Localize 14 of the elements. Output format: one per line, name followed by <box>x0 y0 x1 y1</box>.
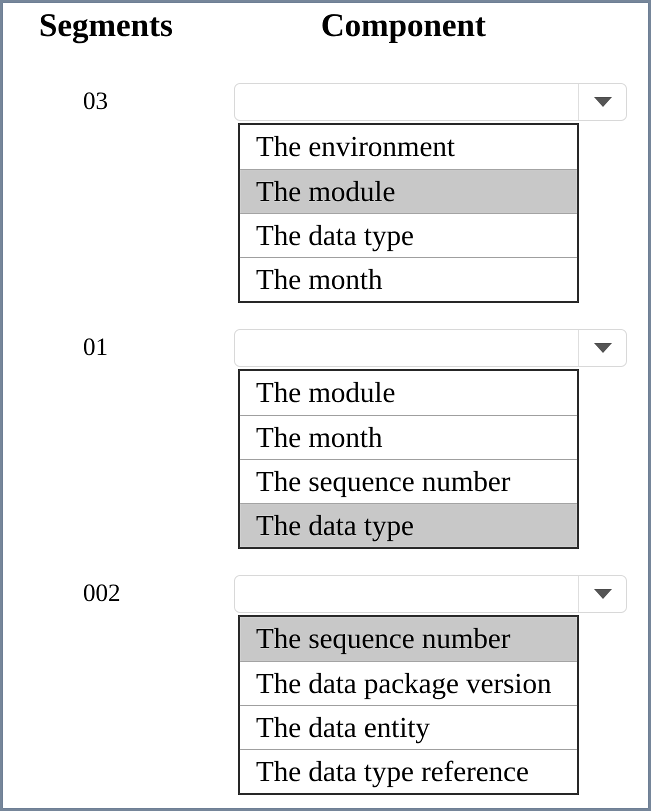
dropdown-field[interactable] <box>234 575 627 613</box>
caret-down-icon <box>594 589 612 599</box>
dropdown-option[interactable]: The sequence number <box>240 617 577 661</box>
column-heading: Component <box>320 7 486 46</box>
caret-down-icon <box>594 97 612 107</box>
column-heading: Segments <box>39 7 173 46</box>
dropdown-field[interactable] <box>234 329 627 367</box>
segment-label: 03 <box>83 87 108 117</box>
caret-down-icon <box>594 343 612 353</box>
dropdown-field[interactable] <box>234 83 627 121</box>
dropdown-option[interactable]: The module <box>240 169 577 213</box>
segment-label: 01 <box>83 333 108 363</box>
segment-label: 002 <box>83 579 120 609</box>
dropdown-option[interactable]: The data type <box>240 503 577 547</box>
